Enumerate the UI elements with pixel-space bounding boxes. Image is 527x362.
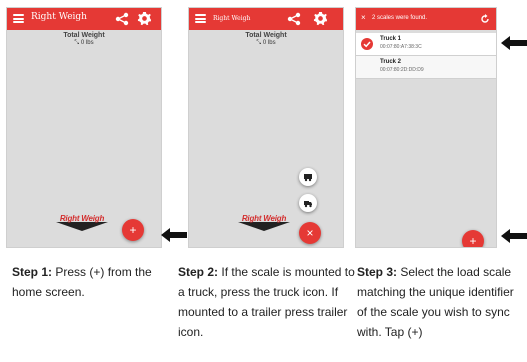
app-title: Right Weigh <box>213 15 251 22</box>
add-selected-scale-button[interactable]: + <box>462 230 484 247</box>
trailer-icon <box>304 174 312 182</box>
check-circle-icon <box>361 38 373 50</box>
step-caption: Step 3: Select the load scale matching t… <box>357 262 527 342</box>
close-button[interactable]: × <box>361 14 366 22</box>
hamburger-menu-icon[interactable] <box>195 14 206 23</box>
weight-link-icon: ⤡ <box>74 40 80 46</box>
arrow-left-icon <box>501 36 527 50</box>
share-icon[interactable] <box>115 12 129 26</box>
scale-list: Truck 1 00:07:80:A7:38:3C Truck 2 00:07:… <box>356 33 496 79</box>
total-weight-value: ⤡ 0 lbs <box>74 40 94 46</box>
scale-name: Truck 1 <box>380 36 402 42</box>
gear-icon[interactable] <box>313 11 328 26</box>
app-title: Right Weigh <box>31 12 87 22</box>
brand-logo: Right Weigh <box>54 214 110 232</box>
scale-list-item[interactable]: Truck 2 00:07:80:2D:DD:D9 <box>356 56 496 79</box>
step-number: Step 3: <box>357 265 398 279</box>
scale-identifier: 00:07:80:2D:DD:D9 <box>380 67 424 73</box>
app-bar: × 2 scales were found. <box>356 8 496 30</box>
scale-select-screen: × 2 scales were found. Truck 1 00:07:80:… <box>355 7 497 248</box>
total-weight-label: Total Weight <box>245 32 287 39</box>
arrow-left-icon <box>161 228 187 242</box>
app-bar: Right Weigh <box>7 8 161 30</box>
truck-icon <box>304 201 312 208</box>
step-caption: Step 2: If the scale is mounted to a tru… <box>178 262 358 342</box>
arrow-left-icon <box>501 229 527 243</box>
total-weight-value: ⤡ 0 lbs <box>256 40 276 46</box>
hamburger-menu-icon[interactable] <box>13 14 24 23</box>
scale-identifier: 00:07:80:A7:38:3C <box>380 44 422 50</box>
close-menu-button[interactable]: × <box>299 222 321 244</box>
app-bar: Right Weigh <box>189 8 343 30</box>
refresh-icon[interactable] <box>480 14 490 24</box>
home-screen: Right Weigh Total Weight ⤡ 0 lbs Right W… <box>6 7 162 248</box>
scale-name: Truck 2 <box>380 59 402 65</box>
step-number: Step 1: <box>12 265 53 279</box>
weight-link-icon: ⤡ <box>256 40 262 46</box>
scales-found-title: 2 scales were found. <box>372 15 428 21</box>
add-scale-button[interactable]: + <box>122 219 144 241</box>
gear-icon[interactable] <box>137 11 152 26</box>
scale-list-item[interactable]: Truck 1 00:07:80:A7:38:3C <box>356 33 496 56</box>
truck-button[interactable] <box>299 194 317 212</box>
total-weight-label: Total Weight <box>63 32 105 39</box>
brand-logo: Right Weigh <box>236 214 292 232</box>
step-caption: Step 1: Press (+) from the home screen. <box>12 262 172 302</box>
share-icon[interactable] <box>287 12 301 26</box>
add-scale-screen: Right Weigh Total Weight ⤡ 0 lbs Right W… <box>188 7 344 248</box>
step-number: Step 2: <box>178 265 219 279</box>
trailer-button[interactable] <box>299 168 317 186</box>
